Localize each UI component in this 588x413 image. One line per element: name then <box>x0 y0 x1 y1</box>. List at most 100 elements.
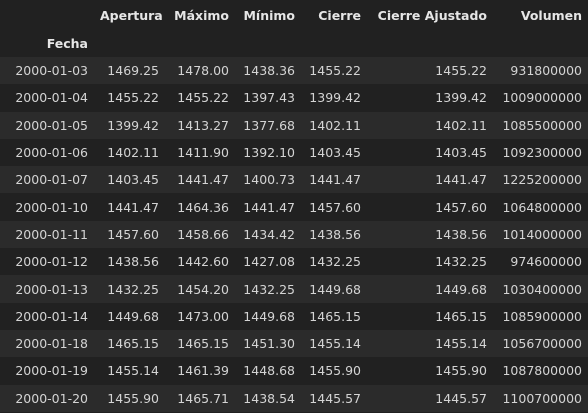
table-body: 2000-01-03 1469.25 1478.00 1438.36 1455.22 14… <box>0 57 588 412</box>
row-index-date: 2000-01-20 <box>15 390 88 406</box>
table-row: 2000-01-06 1402.11 1411.90 1392.10 1403.45 14… <box>0 138 588 167</box>
cell-cierre: 1449.68 <box>309 281 361 297</box>
cell-minimo: 1400.73 <box>243 172 295 188</box>
cell-apertura: 1403.45 <box>107 172 159 188</box>
cell-minimo: 1441.47 <box>243 199 295 215</box>
cell-maximo: 1465.71 <box>177 390 229 406</box>
cell-cierre: 1455.90 <box>309 363 361 379</box>
cell-maximo: 1411.90 <box>177 145 229 161</box>
cell-apertura: 1402.11 <box>107 145 159 161</box>
cell-minimo: 1438.54 <box>243 390 295 406</box>
cell-minimo: 1434.42 <box>243 226 295 242</box>
cell-maximo: 1461.39 <box>177 363 229 379</box>
cell-minimo: 1397.43 <box>243 90 295 106</box>
row-index-date: 2000-01-12 <box>15 254 88 270</box>
cell-apertura: 1455.14 <box>107 363 159 379</box>
cell-volumen: 1092300000 <box>502 145 582 161</box>
cell-minimo: 1448.68 <box>243 363 295 379</box>
table-row: 2000-01-20 1455.90 1465.71 1438.54 1445.57 14… <box>0 384 588 412</box>
cell-cierre-ajustado: 1445.57 <box>435 390 487 406</box>
cell-cierre-ajustado: 1457.60 <box>435 199 487 215</box>
cell-cierre: 1432.25 <box>309 254 361 270</box>
table-row: 2000-01-14 1449.68 1473.00 1449.68 1465.15 14… <box>0 302 588 330</box>
cell-minimo: 1432.25 <box>243 281 295 297</box>
cell-cierre: 1403.45 <box>309 145 361 161</box>
cell-maximo: 1441.47 <box>177 172 229 188</box>
row-index-date: 2000-01-03 <box>15 63 88 79</box>
cell-apertura: 1455.90 <box>107 390 159 406</box>
table-row: 2000-01-05 1399.42 1413.27 1377.68 1402.11 14… <box>0 111 588 139</box>
cell-maximo: 1458.66 <box>177 226 229 242</box>
table-row: 2000-01-11 1457.60 1458.66 1434.42 1438.56 14… <box>0 220 588 249</box>
cell-volumen: 1100700000 <box>502 390 582 406</box>
cell-maximo: 1478.00 <box>177 63 229 79</box>
row-index-date: 2000-01-06 <box>15 145 88 161</box>
cell-volumen: 1085900000 <box>502 308 582 324</box>
table-row: 2000-01-13 1432.25 1454.20 1432.25 1449.68 14… <box>0 275 588 303</box>
cell-minimo: 1451.30 <box>243 336 295 352</box>
cell-apertura: 1469.25 <box>107 63 159 79</box>
column-header-volumen: Volumen <box>520 7 582 23</box>
cell-volumen: 1225200000 <box>502 172 582 188</box>
table-row: 2000-01-04 1455.22 1455.22 1397.43 1399.42 13… <box>0 84 588 112</box>
table-row: 2000-01-19 1455.14 1461.39 1448.68 1455.90 14… <box>0 357 588 385</box>
cell-volumen: 1087800000 <box>502 363 582 379</box>
cell-apertura: 1438.56 <box>107 254 159 270</box>
cell-cierre: 1438.56 <box>309 226 361 242</box>
table-row: 2000-01-10 1441.47 1464.36 1441.47 1457.60 14… <box>0 193 588 221</box>
cell-cierre-ajustado: 1455.14 <box>435 336 487 352</box>
cell-cierre: 1455.22 <box>309 63 361 79</box>
cell-volumen: 1014000000 <box>502 226 582 242</box>
row-index-date: 2000-01-13 <box>15 281 88 297</box>
cell-volumen: 1030400000 <box>502 281 582 297</box>
cell-minimo: 1449.68 <box>243 308 295 324</box>
index-name-header: Fecha <box>46 36 88 51</box>
cell-cierre-ajustado: 1399.42 <box>435 90 487 106</box>
row-index-date: 2000-01-04 <box>15 90 88 106</box>
cell-apertura: 1399.42 <box>107 117 159 133</box>
table-row: 2000-01-03 1469.25 1478.00 1438.36 1455.22 14… <box>0 57 588 85</box>
cell-volumen: 931800000 <box>510 63 582 79</box>
cell-cierre: 1441.47 <box>309 172 361 188</box>
cell-cierre-ajustado: 1438.56 <box>435 226 487 242</box>
cell-cierre-ajustado: 1402.11 <box>435 117 487 133</box>
row-index-date: 2000-01-11 <box>15 226 88 242</box>
cell-apertura: 1432.25 <box>107 281 159 297</box>
cell-maximo: 1455.22 <box>177 90 229 106</box>
cell-apertura: 1441.47 <box>107 199 159 215</box>
table-row: 2000-01-07 1403.45 1441.47 1400.73 1441.47 14… <box>0 166 588 194</box>
row-index-date: 2000-01-10 <box>15 199 88 215</box>
cell-volumen: 1056700000 <box>502 336 582 352</box>
cell-cierre-ajustado: 1455.90 <box>435 363 487 379</box>
column-header-minimo: Mínimo <box>243 7 295 23</box>
cell-apertura: 1465.15 <box>107 336 159 352</box>
column-header-cierre: Cierre <box>318 7 361 23</box>
cell-volumen: 1085500000 <box>502 117 582 133</box>
cell-cierre: 1455.14 <box>309 336 361 352</box>
row-index-date: 2000-01-07 <box>15 172 88 188</box>
table-row: 2000-01-18 1465.15 1465.15 1451.30 1455.14 14… <box>0 329 588 358</box>
table-header: Apertura Máximo Mínimo Cierre Cierre Aju… <box>0 0 588 57</box>
cell-maximo: 1413.27 <box>177 117 229 133</box>
column-header-row: Apertura Máximo Mínimo Cierre Cierre Aju… <box>0 0 588 30</box>
cell-minimo: 1377.68 <box>243 117 295 133</box>
cell-maximo: 1464.36 <box>177 199 229 215</box>
row-index-date: 2000-01-18 <box>15 336 88 352</box>
cell-minimo: 1438.36 <box>243 63 295 79</box>
cell-minimo: 1427.08 <box>243 254 295 270</box>
cell-apertura: 1455.22 <box>107 90 159 106</box>
cell-cierre-ajustado: 1441.47 <box>435 172 487 188</box>
cell-cierre: 1399.42 <box>309 90 361 106</box>
cell-volumen: 974600000 <box>510 254 582 270</box>
cell-cierre: 1465.15 <box>309 308 361 324</box>
cell-volumen: 1064800000 <box>502 199 582 215</box>
column-header-maximo: Máximo <box>174 7 229 23</box>
row-index-date: 2000-01-05 <box>15 117 88 133</box>
cell-cierre-ajustado: 1403.45 <box>435 145 487 161</box>
cell-minimo: 1392.10 <box>243 145 295 161</box>
cell-apertura: 1457.60 <box>107 226 159 242</box>
row-index-date: 2000-01-14 <box>15 308 88 324</box>
cell-maximo: 1465.15 <box>177 336 229 352</box>
column-header-cierre-ajustado: Cierre Ajustado <box>377 7 487 23</box>
dataframe-table: Apertura Máximo Mínimo Cierre Cierre Aju… <box>0 0 588 412</box>
